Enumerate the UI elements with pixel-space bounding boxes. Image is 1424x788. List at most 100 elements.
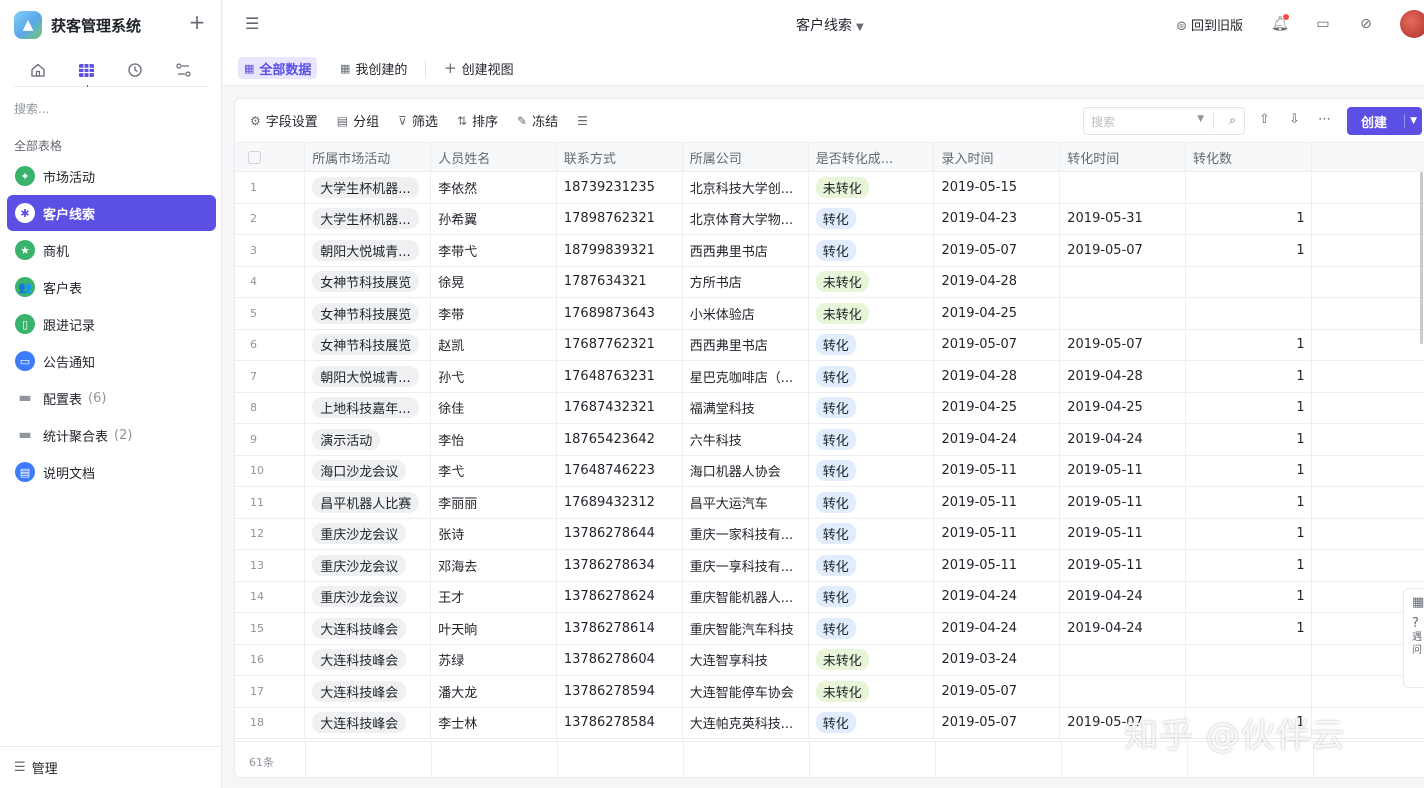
sort-button[interactable]: ⇅ 排序 xyxy=(457,111,498,131)
activity-cell[interactable]: 重庆沙龙会议 xyxy=(304,518,432,550)
entry-date-cell[interactable]: 2019-05-11 xyxy=(933,486,1061,519)
status-cell[interactable]: 转化 xyxy=(808,392,935,424)
conversion-date-cell[interactable]: 2019-05-11 xyxy=(1059,518,1187,550)
activity-cell[interactable]: 海口沙龙会议 xyxy=(304,455,432,487)
name-cell[interactable]: 邓海去 xyxy=(430,549,557,582)
name-cell[interactable]: 徐晃 xyxy=(430,266,557,298)
activity-cell[interactable]: 女神节科技展览 xyxy=(304,266,432,298)
activity-cell[interactable]: 大连科技峰会 xyxy=(304,644,432,676)
upload-icon[interactable]: ⇧ xyxy=(1259,112,1270,127)
column-header[interactable]: 所属公司 xyxy=(682,142,809,172)
sidebar-item-stats[interactable]: ▬ 统计聚合表 (2) xyxy=(7,417,216,453)
row-number[interactable]: 4 xyxy=(235,266,306,298)
status-cell[interactable]: 转化 xyxy=(808,423,935,456)
sidebar-item-announcements[interactable]: ▭ 公告通知 xyxy=(7,343,216,379)
company-cell[interactable]: 星巴克咖啡店（... xyxy=(682,360,809,393)
company-cell[interactable]: 昌平大运汽车 xyxy=(682,486,809,519)
entry-date-cell[interactable]: 2019-04-25 xyxy=(933,392,1061,424)
name-cell[interactable]: 孙弋 xyxy=(430,360,557,393)
name-cell[interactable]: 李士林 xyxy=(430,707,557,739)
name-cell[interactable]: 徐佳 xyxy=(430,392,557,424)
row-number[interactable]: 15 xyxy=(235,612,306,645)
column-header[interactable]: 是否转化成... xyxy=(808,142,935,172)
status-cell[interactable]: 转化 xyxy=(808,612,935,645)
entry-date-cell[interactable]: 2019-05-07 xyxy=(933,675,1061,708)
sidebar-item-market-activity[interactable]: ✦ 市场活动 xyxy=(7,158,216,194)
company-cell[interactable]: 福满堂科技 xyxy=(682,392,809,424)
column-header[interactable]: 转化时间 xyxy=(1059,142,1187,172)
conversion-count-cell[interactable]: 1 xyxy=(1185,234,1312,267)
phone-cell[interactable]: 13786278604 xyxy=(556,644,683,676)
phone-cell[interactable]: 17687762321 xyxy=(556,329,683,361)
vertical-scrollbar[interactable] xyxy=(1420,172,1423,344)
back-to-legacy-button[interactable]: ⊜ 回到旧版 xyxy=(1176,15,1243,34)
clock-icon[interactable] xyxy=(111,54,160,86)
status-cell[interactable]: 转化 xyxy=(808,234,935,267)
phone-cell[interactable]: 17648746223 xyxy=(556,455,683,487)
conversion-count-cell[interactable]: 1 xyxy=(1185,360,1312,393)
floating-help-panel[interactable]: ▦ ? 遇 问 xyxy=(1403,588,1424,688)
name-cell[interactable]: 李依然 xyxy=(430,171,557,204)
chevron-down-icon[interactable]: ▼ xyxy=(1197,114,1204,124)
phone-cell[interactable]: 17687432321 xyxy=(556,392,683,424)
search-icon[interactable]: ⌕ xyxy=(1229,113,1236,128)
row-number[interactable]: 2 xyxy=(235,203,306,235)
conversion-date-cell[interactable]: 2019-05-11 xyxy=(1059,549,1187,582)
row-number[interactable]: 17 xyxy=(235,675,306,708)
name-cell[interactable]: 李丽丽 xyxy=(430,486,557,519)
compass-icon[interactable]: ⊘ xyxy=(1357,15,1375,33)
table-row[interactable]: 8 上地科技嘉年... 徐佳 17687432321 福满堂科技 转化 2019-04-25… xyxy=(235,392,1424,424)
conversion-count-cell[interactable]: 1 xyxy=(1185,392,1312,424)
entry-date-cell[interactable]: 2019-05-11 xyxy=(933,518,1061,550)
status-cell[interactable]: 未转化 xyxy=(808,675,935,708)
table-row[interactable]: 5 女神节科技展览 李带 17689873643 小米体验店 未转化 2019-04-25 xyxy=(235,297,1424,330)
entry-date-cell[interactable]: 2019-04-24 xyxy=(933,423,1061,456)
row-number[interactable]: 10 xyxy=(235,455,306,487)
phone-cell[interactable]: 17898762321 xyxy=(556,203,683,235)
conversion-date-cell[interactable]: 2019-04-24 xyxy=(1059,612,1187,645)
entry-date-cell[interactable]: 2019-04-24 xyxy=(933,612,1061,645)
name-cell[interactable]: 潘大龙 xyxy=(430,675,557,708)
conversion-count-cell[interactable]: 1 xyxy=(1185,486,1312,519)
conversion-count-cell[interactable]: 1 xyxy=(1185,518,1312,550)
activity-cell[interactable]: 上地科技嘉年... xyxy=(304,392,432,424)
name-cell[interactable]: 张诗 xyxy=(430,518,557,550)
status-cell[interactable]: 未转化 xyxy=(808,171,935,204)
activity-cell[interactable]: 大学生杯机器... xyxy=(304,203,432,235)
row-number[interactable]: 6 xyxy=(235,329,306,361)
row-number[interactable]: 11 xyxy=(235,486,306,519)
company-cell[interactable]: 六牛科技 xyxy=(682,423,809,456)
row-number[interactable]: 14 xyxy=(235,581,306,613)
name-cell[interactable]: 叶天晌 xyxy=(430,612,557,645)
table-row[interactable]: 14 重庆沙龙会议 王才 13786278624 重庆智能机器人... 转化 2019-04… xyxy=(235,581,1424,613)
workflow-icon[interactable] xyxy=(160,54,209,86)
download-icon[interactable]: ⇩ xyxy=(1289,112,1300,127)
entry-date-cell[interactable]: 2019-04-25 xyxy=(933,297,1061,330)
sidebar-item-docs[interactable]: ▤ 说明文档 xyxy=(7,454,216,490)
conversion-count-cell[interactable]: 1 xyxy=(1185,455,1312,487)
view-tab-all[interactable]: ▦ 全部数据 xyxy=(238,57,318,79)
table-row[interactable]: 4 女神节科技展览 徐晃 1787634321 方所书店 未转化 2019-04-28 xyxy=(235,266,1424,298)
conversion-count-cell[interactable]: 1 xyxy=(1185,612,1312,645)
briefcase-icon[interactable]: ▭ xyxy=(1314,15,1332,33)
status-cell[interactable]: 转化 xyxy=(808,518,935,550)
name-cell[interactable]: 王才 xyxy=(430,581,557,613)
sidebar-item-customer-leads[interactable]: ✱ 客户线索 xyxy=(7,195,216,231)
phone-cell[interactable]: 13786278594 xyxy=(556,675,683,708)
company-cell[interactable]: 重庆一享科技有... xyxy=(682,549,809,582)
entry-date-cell[interactable]: 2019-04-24 xyxy=(933,581,1061,613)
manage-button[interactable]: ☰ 管理 xyxy=(0,746,222,788)
entry-date-cell[interactable]: 2019-05-15 xyxy=(933,171,1061,204)
search-input[interactable]: 搜索 ▼ ⌕ xyxy=(1083,107,1245,135)
table-row[interactable]: 13 重庆沙龙会议 邓海去 13786278634 重庆一享科技有... 转化 2019-0… xyxy=(235,549,1424,582)
activity-cell[interactable]: 演示活动 xyxy=(304,423,432,456)
phone-cell[interactable]: 17689873643 xyxy=(556,297,683,330)
row-number[interactable]: 12 xyxy=(235,518,306,550)
conversion-date-cell[interactable]: 2019-05-31 xyxy=(1059,203,1187,235)
company-cell[interactable]: 重庆智能汽车科技 xyxy=(682,612,809,645)
company-cell[interactable]: 北京体育大学物... xyxy=(682,203,809,235)
table-row[interactable]: 17 大连科技峰会 潘大龙 13786278594 大连智能停车协会 未转化 2019-05… xyxy=(235,675,1424,708)
conversion-count-cell[interactable] xyxy=(1185,644,1312,676)
conversion-date-cell[interactable] xyxy=(1059,266,1187,298)
sidebar-item-config[interactable]: ▬ 配置表 (6) xyxy=(7,380,216,416)
